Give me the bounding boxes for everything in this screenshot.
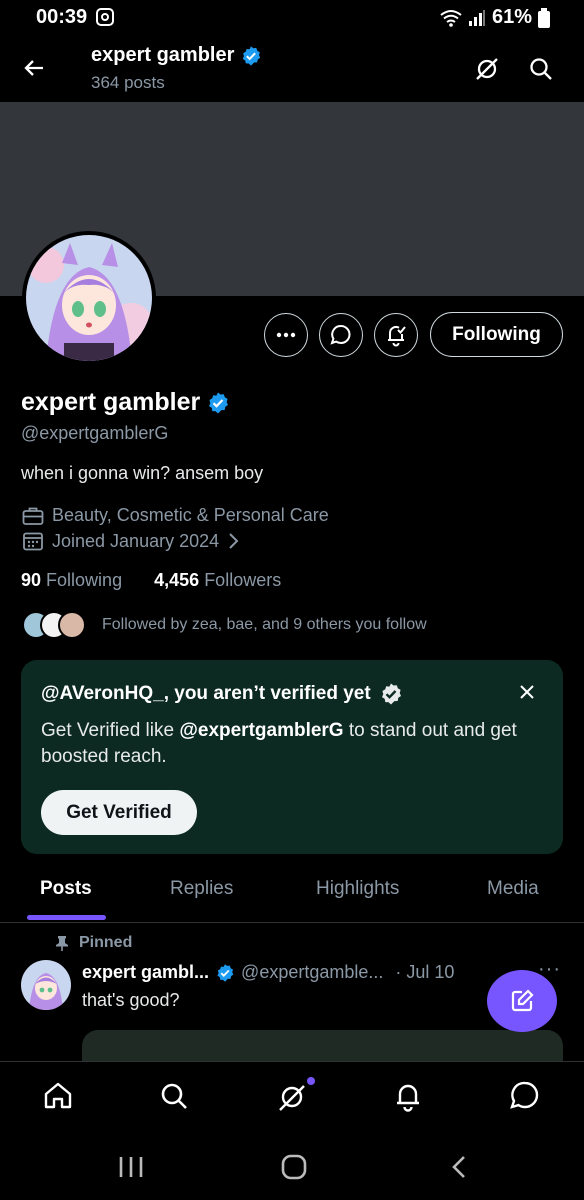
profile-category: Beauty, Cosmetic & Personal Care: [22, 505, 329, 526]
pin-icon: [56, 936, 68, 951]
search-nav-icon[interactable]: [158, 1080, 190, 1112]
grok-nav-icon[interactable]: [276, 1080, 308, 1112]
more-dots-icon: [276, 332, 296, 338]
profile-tabs: Posts Replies Highlights Media: [0, 860, 584, 923]
header-post-count: 364 posts: [91, 73, 165, 92]
grok-icon[interactable]: [474, 56, 500, 82]
home-circle-icon[interactable]: [280, 1153, 308, 1181]
followers-count: 4,456: [154, 570, 200, 590]
category-text: Beauty, Cosmetic & Personal Care: [52, 505, 329, 525]
verification-prompt-card: @AVeronHQ_, you aren’t verified yet Get …: [21, 660, 563, 854]
verified-badge-icon: [243, 45, 261, 66]
status-bar: 00:39 61%: [0, 0, 584, 36]
pinned-label-row: Pinned: [55, 934, 132, 952]
followers-label: Followers: [204, 570, 282, 590]
post-header: expert gambl... @expertgamble... · Jul 1…: [82, 962, 454, 983]
follow-stats: 90 Following 4,456 Followers: [21, 570, 281, 591]
signal-icon: [468, 9, 485, 26]
card-body-prefix: Get Verified like: [41, 720, 180, 741]
wifi-icon: [440, 9, 462, 27]
follower-avatars: [22, 611, 86, 639]
messages-icon[interactable]: [509, 1080, 541, 1112]
followed-by-row[interactable]: Followed by zea, bae, and 9 others you f…: [22, 611, 427, 639]
following-label: Following: [46, 570, 123, 590]
joined-text: Joined January 2024: [52, 530, 220, 551]
message-bubble-icon: [330, 324, 351, 345]
card-body-handle: @expertgamblerG: [179, 720, 344, 741]
compose-icon: [511, 989, 534, 1012]
followers-link[interactable]: 4,456 Followers: [154, 570, 281, 590]
recent-apps-icon[interactable]: [118, 1155, 144, 1179]
system-back-icon[interactable]: [450, 1154, 468, 1180]
tab-replies[interactable]: Replies: [170, 878, 233, 900]
status-right: 61%: [440, 6, 550, 29]
post-date: · Jul 10: [395, 962, 455, 982]
back-arrow-icon[interactable]: [22, 56, 46, 80]
search-icon[interactable]: [528, 56, 554, 82]
profile-avatar[interactable]: [22, 231, 156, 365]
chevron-right-icon: [229, 533, 239, 549]
post-author-avatar[interactable]: [21, 960, 71, 1010]
battery-percent: 61%: [491, 6, 532, 28]
verified-badge-icon: [217, 963, 234, 982]
grok-unread-dot: [307, 1077, 315, 1085]
calendar-icon: [23, 532, 43, 551]
instagram-notification-icon: [96, 8, 114, 26]
avatar-image: [26, 235, 152, 361]
compose-post-button[interactable]: [487, 970, 557, 1032]
profile-header: expert gambler 364 posts: [0, 36, 584, 102]
post-text: that's good?: [82, 990, 180, 1010]
verified-badge-icon[interactable]: [206, 391, 230, 415]
followed-by-text: Followed by zea, bae, and 9 others you f…: [102, 616, 427, 633]
following-count: 90: [21, 570, 42, 590]
profile-name-row: expert gambler: [21, 388, 230, 417]
briefcase-icon: [22, 507, 44, 525]
post-author-name[interactable]: expert gambl...: [82, 962, 209, 983]
post-avatar-image: [21, 960, 71, 1010]
card-title-row: @AVeronHQ_, you aren’t verified yet: [41, 682, 403, 706]
tab-posts[interactable]: Posts: [40, 878, 92, 900]
home-icon[interactable]: [42, 1080, 74, 1112]
bell-check-icon: [388, 326, 406, 347]
tab-highlights[interactable]: Highlights: [316, 878, 399, 900]
battery-icon: [538, 7, 550, 28]
follower-avatar: [58, 611, 86, 639]
active-tab-indicator: [27, 915, 106, 920]
system-navigation-bar: [0, 1131, 584, 1200]
profile-joined[interactable]: Joined January 2024: [22, 530, 239, 552]
status-time: 00:39: [36, 6, 88, 28]
close-icon[interactable]: [519, 684, 535, 700]
more-options-button[interactable]: [264, 313, 308, 357]
following-button[interactable]: Following: [430, 312, 563, 357]
profile-handle: @expertgamblerG: [21, 423, 169, 443]
card-title: @AVeronHQ_, you aren’t verified yet: [41, 683, 371, 704]
notifications-button[interactable]: [374, 313, 418, 357]
tab-media[interactable]: Media: [487, 878, 539, 900]
verified-badge-outline-icon: [381, 683, 401, 705]
post-author-handle: @expertgamble...: [241, 962, 384, 982]
following-link[interactable]: 90 Following: [21, 570, 122, 590]
profile-name: expert gambler: [21, 388, 201, 416]
get-verified-button[interactable]: Get Verified: [41, 790, 197, 835]
header-title: expert gambler: [91, 44, 262, 67]
pinned-label: Pinned: [79, 934, 133, 951]
notifications-bell-icon[interactable]: [392, 1080, 424, 1112]
bottom-navigation: [0, 1061, 584, 1132]
message-button[interactable]: [319, 313, 363, 357]
header-name: expert gambler: [91, 44, 235, 66]
profile-bio: when i gonna win? ansem boy: [21, 463, 264, 483]
card-body: Get Verified like @expertgamblerG to sta…: [41, 718, 541, 770]
